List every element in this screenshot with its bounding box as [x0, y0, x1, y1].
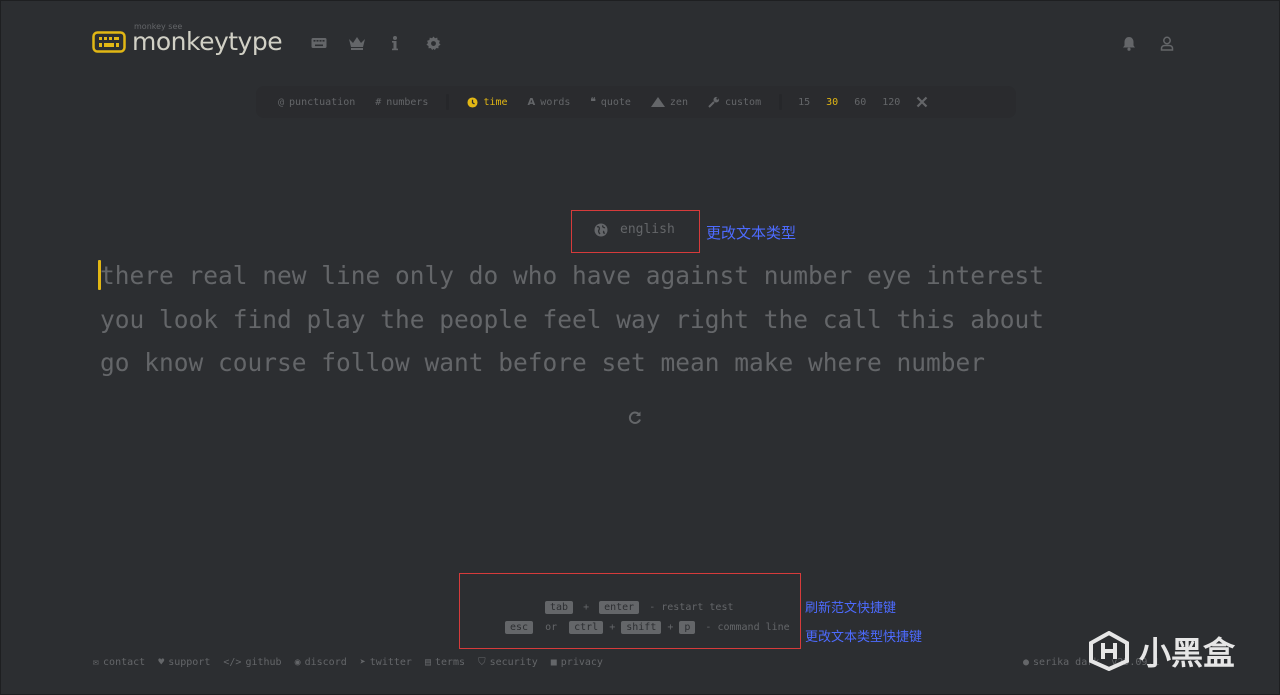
footer-github[interactable]: </> github	[223, 657, 281, 668]
discord-icon: ◉	[294, 657, 301, 668]
words-line: there real new line only do who have aga…	[100, 261, 1045, 290]
annotation-box-shortcuts	[459, 573, 801, 649]
keyboard-icon[interactable]	[310, 34, 328, 52]
mode-time[interactable]: time	[467, 96, 508, 108]
watermark-text: 小黑盒	[1139, 634, 1236, 672]
annotation-language: 更改文本类型	[706, 224, 797, 242]
footer-contact[interactable]: ✉ contact	[93, 657, 145, 668]
words-area[interactable]: there real new line only do who have aga…	[100, 254, 1180, 385]
font-a-icon: A	[527, 96, 536, 108]
footer-twitter[interactable]: ➤ twitter	[360, 657, 412, 668]
palette-icon: ●	[1023, 657, 1030, 668]
mode-custom[interactable]: custom	[708, 96, 761, 108]
footer-discord[interactable]: ◉ discord	[295, 657, 347, 668]
custom-duration-tools-icon[interactable]	[916, 96, 928, 108]
footer-label: privacy	[560, 657, 603, 668]
footer-label: security	[489, 657, 538, 668]
footer-privacy[interactable]: ■ privacy	[551, 657, 603, 668]
footer-label: support	[168, 657, 211, 668]
mode-zen[interactable]: zen	[650, 96, 688, 108]
words-label: words	[540, 96, 571, 108]
user-icon[interactable]	[1158, 34, 1176, 52]
mode-quote[interactable]: ❝ quote	[590, 97, 631, 108]
time-label: time	[483, 96, 508, 108]
at-icon: @	[278, 96, 285, 108]
duration-label: 30	[826, 96, 839, 108]
document-icon: ▤	[424, 657, 431, 668]
twitter-icon: ➤	[359, 657, 366, 668]
divider	[446, 94, 450, 110]
footer-security[interactable]: ⛉ security	[478, 657, 538, 668]
duration-60[interactable]: 60	[854, 97, 866, 108]
logo[interactable]: monkey see monkeytype	[92, 22, 283, 58]
crown-icon[interactable]	[348, 34, 366, 52]
footer-label: discord	[304, 657, 347, 668]
words-line: go know course follow want before set me…	[100, 348, 986, 377]
quote-label: quote	[600, 96, 631, 108]
zen-label: zen	[669, 96, 688, 108]
footer-terms[interactable]: ▤ terms	[425, 657, 465, 668]
annotation-command: 更改文本类型快捷键	[805, 630, 923, 645]
footer-links: ✉ contact ♥ support </> github ◉ discord ➤ tw…	[93, 657, 603, 668]
footer-label: twitter	[369, 657, 412, 668]
logo-subtitle: monkey see	[134, 22, 183, 31]
numbers-label: numbers	[386, 96, 429, 108]
duration-15[interactable]: 15	[798, 97, 810, 108]
mountain-icon	[650, 97, 665, 107]
footer-support[interactable]: ♥ support	[158, 657, 210, 668]
annotation-box-language	[571, 210, 700, 253]
duration-30[interactable]: 30	[826, 97, 838, 108]
hash-icon: #	[375, 96, 382, 108]
settings-icon[interactable]	[424, 34, 442, 52]
bell-icon[interactable]	[1120, 34, 1138, 52]
code-icon: </>	[223, 657, 242, 668]
duration-label: 15	[798, 96, 811, 108]
heybox-logo-icon	[1089, 631, 1129, 671]
footer-label: terms	[434, 657, 466, 668]
test-config-bar: @ punctuation # numbers time Awords ❝ quote…	[256, 86, 1016, 118]
numbers-toggle[interactable]: # numbers	[375, 97, 428, 108]
custom-label: custom	[724, 96, 762, 108]
restart-icon[interactable]	[627, 410, 643, 426]
divider	[779, 94, 783, 110]
duration-120[interactable]: 120	[882, 97, 900, 108]
footer-label: github	[245, 657, 282, 668]
quote-icon: ❝	[590, 96, 596, 108]
shield-icon: ⛉	[478, 657, 486, 668]
info-icon[interactable]	[386, 34, 404, 52]
annotation-restart: 刷新范文快捷键	[805, 601, 897, 616]
punctuation-label: punctuation	[289, 96, 356, 108]
duration-label: 120	[882, 96, 901, 108]
punctuation-toggle[interactable]: @ punctuation	[278, 97, 355, 108]
envelope-icon: ✉	[93, 657, 100, 668]
watermark: 小黑盒	[1087, 628, 1235, 674]
footer-label: contact	[103, 657, 146, 668]
wrench-icon	[708, 96, 720, 108]
lock-icon: ■	[550, 657, 557, 668]
donate-icon: ♥	[158, 657, 165, 668]
clock-icon	[467, 96, 478, 108]
mode-words[interactable]: Awords	[528, 97, 571, 108]
duration-label: 60	[854, 96, 867, 108]
words-line: you look find play the people feel way r…	[100, 304, 1045, 334]
logo-keyboard-icon	[92, 31, 126, 53]
